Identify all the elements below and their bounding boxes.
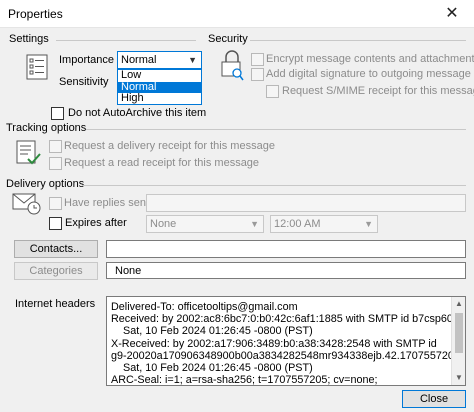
header-line: Sat, 10 Feb 2024 01:26:45 -0800 (PST) xyxy=(111,362,313,375)
padlock-icon xyxy=(221,50,244,81)
properties-list-icon xyxy=(26,54,48,80)
categories-field: None xyxy=(106,262,466,279)
replies-to-field[interactable] xyxy=(146,194,466,212)
tracking-list-icon xyxy=(16,140,41,165)
internet-headers-textarea[interactable]: Delivered-To: officetooltips@gmail.com R… xyxy=(106,296,466,386)
internet-headers-content: Delivered-To: officetooltips@gmail.com R… xyxy=(111,301,451,386)
internet-headers-label: Internet headers xyxy=(15,298,96,310)
expires-checkbox[interactable] xyxy=(49,217,62,230)
scrollbar-thumb[interactable] xyxy=(455,313,463,353)
delivery-receipt-checkbox[interactable] xyxy=(49,140,62,153)
security-divider xyxy=(250,40,466,41)
digital-signature-label: Add digital signature to outgoing messag… xyxy=(266,68,471,80)
window-title: Properties xyxy=(8,7,63,21)
header-line: X-Received: by 2002:a17:906:3489:b0:a38:… xyxy=(111,337,437,350)
scroll-up-icon[interactable]: ▲ xyxy=(452,297,465,311)
expires-date-select[interactable]: None ▼ xyxy=(146,215,264,233)
header-line: Delivered-To: officetooltips@gmail.com xyxy=(111,301,298,313)
importance-value: Normal xyxy=(121,54,157,66)
expires-label: Expires after xyxy=(65,217,127,229)
settings-header: Settings xyxy=(9,33,49,45)
autoarchive-label: Do not AutoArchive this item xyxy=(68,107,207,119)
tracking-header: Tracking options xyxy=(6,122,87,134)
close-button[interactable]: Close xyxy=(402,390,466,408)
digital-signature-checkbox[interactable] xyxy=(251,68,264,81)
replies-checkbox[interactable] xyxy=(49,197,62,210)
smime-receipt-checkbox[interactable] xyxy=(266,85,279,98)
expires-time-value: 12:00 AM xyxy=(274,218,321,230)
contacts-field[interactable] xyxy=(106,240,466,258)
encrypt-label: Encrypt message contents and attachments xyxy=(266,53,474,65)
smime-receipt-label: Request S/MIME receipt for this message xyxy=(282,85,474,97)
importance-label: Importance xyxy=(59,54,115,66)
header-line: Sat, 10 Feb 2024 01:26:45 -0800 (PST) xyxy=(111,325,313,338)
encrypt-checkbox[interactable] xyxy=(251,53,264,66)
delivery-divider xyxy=(82,185,466,186)
header-line: ARC-Seal: i=1; a=rsa-sha256; t=170755720… xyxy=(111,374,378,386)
delivery-header: Delivery options xyxy=(6,178,85,190)
scroll-down-icon[interactable]: ▼ xyxy=(452,371,465,385)
importance-dropdown-list: Low Normal High xyxy=(117,69,202,105)
importance-option-low[interactable]: Low xyxy=(118,69,201,82)
chevron-down-icon: ▼ xyxy=(364,219,373,229)
envelope-clock-icon xyxy=(12,193,41,215)
security-header: Security xyxy=(208,33,248,45)
read-receipt-label: Request a read receipt for this message xyxy=(64,157,260,169)
expires-time-select[interactable]: 12:00 AM ▼ xyxy=(270,215,378,233)
categories-button[interactable]: Categories xyxy=(14,262,98,280)
header-line: Received: by 2002:ac8:6bc7:0:b0:42c:6af1… xyxy=(111,313,451,326)
title-bar: Properties ✕ xyxy=(0,0,474,28)
autoarchive-checkbox[interactable] xyxy=(51,107,64,120)
tracking-divider xyxy=(86,129,466,130)
header-line: g9-20020a170906348900b00a3834282548mr934… xyxy=(111,349,451,362)
window-close-button[interactable]: ✕ xyxy=(430,0,474,28)
headers-scrollbar[interactable]: ▲ ▼ xyxy=(451,297,465,385)
chevron-down-icon: ▼ xyxy=(250,219,259,229)
settings-divider xyxy=(56,40,196,41)
chevron-down-icon: ▼ xyxy=(188,55,197,65)
sensitivity-label: Sensitivity xyxy=(59,76,109,88)
importance-select[interactable]: Normal ▼ xyxy=(117,51,202,69)
expires-date-value: None xyxy=(150,218,177,230)
delivery-receipt-label: Request a delivery receipt for this mess… xyxy=(64,140,275,152)
contacts-button[interactable]: Contacts... xyxy=(14,240,98,258)
importance-option-high[interactable]: High xyxy=(118,92,201,105)
read-receipt-checkbox[interactable] xyxy=(49,157,62,170)
